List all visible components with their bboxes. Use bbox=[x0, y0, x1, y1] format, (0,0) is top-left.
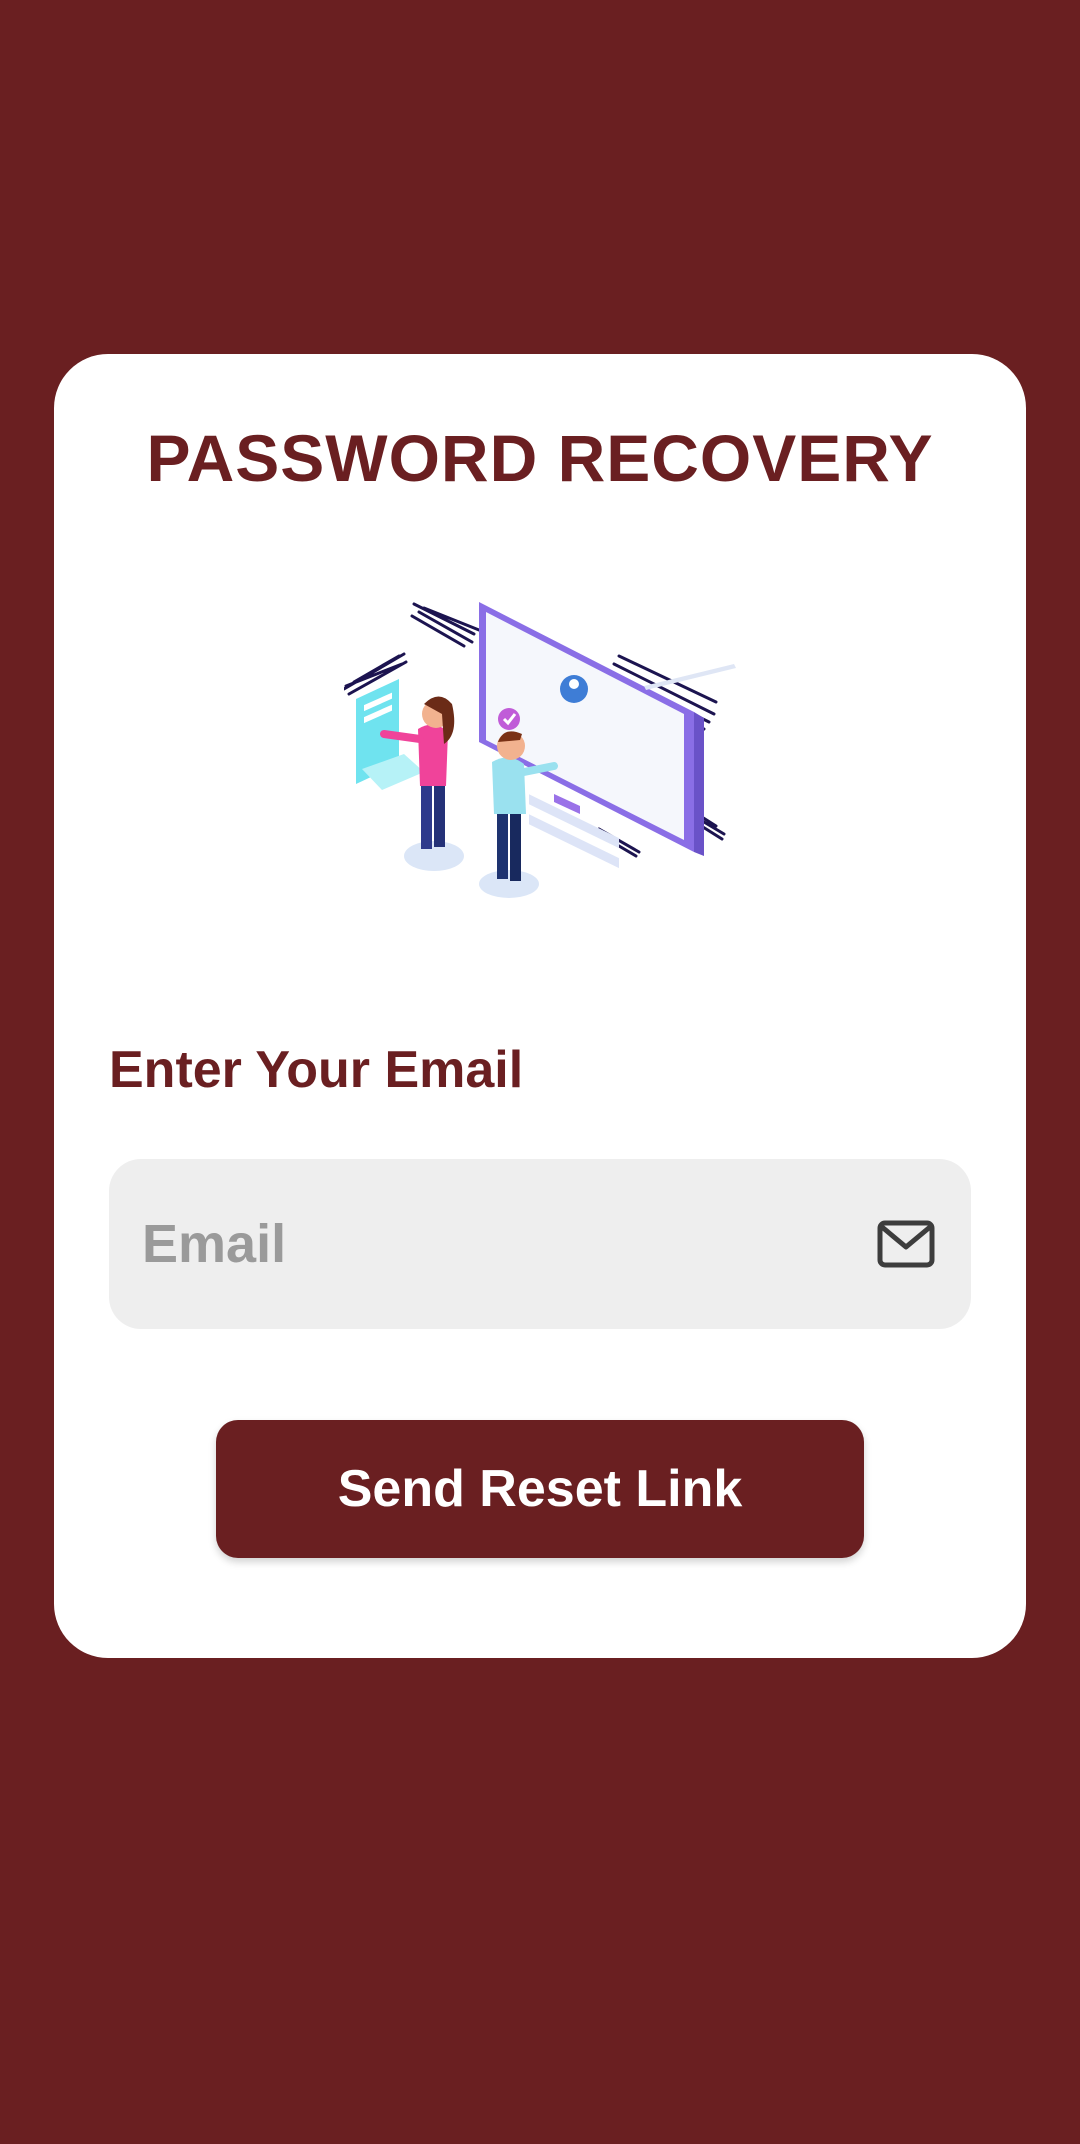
password-recovery-illustration bbox=[344, 602, 736, 898]
password-recovery-screen: PASSWORD RECOVERY Enter Your Email Email… bbox=[0, 0, 1080, 2144]
recovery-card: PASSWORD RECOVERY Enter Your Email Email… bbox=[54, 354, 1026, 1658]
mail-icon bbox=[877, 1220, 935, 1268]
send-reset-link-button[interactable]: Send Reset Link bbox=[216, 1420, 864, 1558]
email-input[interactable] bbox=[142, 1159, 842, 1329]
email-label: Enter Your Email bbox=[109, 1041, 524, 1099]
email-field[interactable] bbox=[109, 1159, 971, 1329]
page-title: PASSWORD RECOVERY bbox=[146, 421, 934, 495]
